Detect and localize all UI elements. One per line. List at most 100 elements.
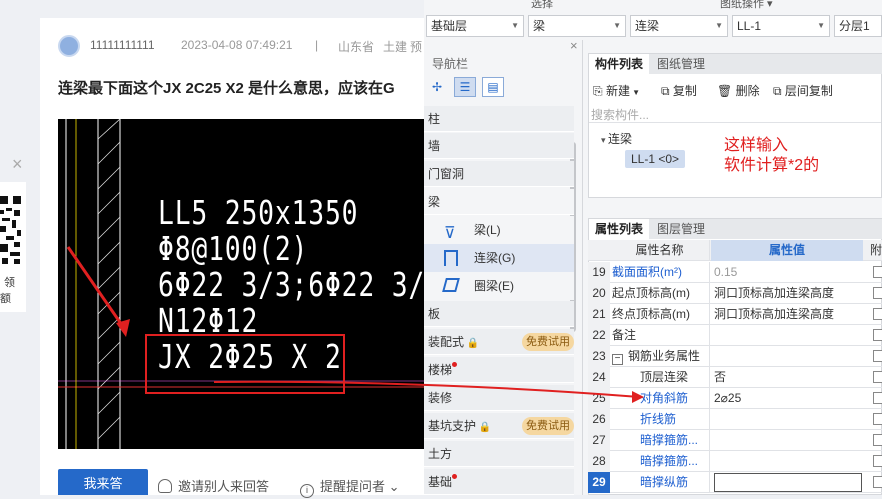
- row-number: 29: [588, 472, 610, 493]
- nav-item-stairs[interactable]: 楼梯: [424, 357, 574, 383]
- cad-line: 6Φ22 3/3;6Φ22 3/3: [158, 265, 424, 304]
- property-value[interactable]: [714, 430, 862, 451]
- close-icon[interactable]: ×: [12, 154, 23, 175]
- layer-select[interactable]: 分层1: [834, 15, 882, 37]
- author-name[interactable]: 11111111111: [90, 38, 155, 52]
- property-value[interactable]: 2⌀25: [714, 388, 862, 409]
- invite-link[interactable]: 邀请别人来回答: [158, 476, 269, 495]
- attach-checkbox[interactable]: [873, 434, 882, 446]
- detail-view-icon[interactable]: ▤: [482, 77, 504, 97]
- tool-label: 新建: [605, 84, 630, 98]
- property-name: 暗撑箍筋...: [612, 430, 710, 451]
- table-row[interactable]: 26 折线筋: [588, 409, 882, 430]
- nav-item-earthwork[interactable]: 土方: [424, 441, 574, 467]
- delete-button[interactable]: 🗑 删除: [717, 82, 760, 99]
- free-trial-badge[interactable]: 免费试用: [522, 417, 574, 435]
- row-number: 21: [588, 304, 610, 325]
- avatar[interactable]: [58, 35, 80, 57]
- property-name: − 钢筋业务属性: [612, 346, 710, 367]
- property-value[interactable]: [714, 325, 862, 346]
- table-row[interactable]: 24 顶层连梁 否: [588, 367, 882, 388]
- component-search-input[interactable]: 搜索构件...: [591, 106, 649, 123]
- nav-sub-coupling-beam[interactable]: 连梁(G): [424, 244, 574, 272]
- table-row[interactable]: 29 暗撑纵筋: [588, 472, 882, 493]
- nav-item-column[interactable]: 柱: [424, 106, 574, 132]
- table-row[interactable]: 20 起点顶标高(m) 洞口顶标高加连梁高度: [588, 283, 882, 304]
- attach-checkbox[interactable]: [873, 329, 882, 341]
- table-row[interactable]: 25 对角斜筋 2⌀25: [588, 388, 882, 409]
- nav-item-decoration[interactable]: 装修: [424, 385, 574, 411]
- tab-drawing-manager[interactable]: 图纸管理: [651, 54, 712, 74]
- answer-button[interactable]: 我来答: [58, 469, 148, 495]
- nav-item-pit-support[interactable]: 基坑支护 🔒 免费试用: [424, 413, 574, 439]
- cad-screenshot: LL5 250x1350 Φ8@100(2) 6Φ22 3/3;6Φ22 3/3…: [58, 119, 424, 449]
- select-value: 梁: [533, 19, 546, 33]
- new-button[interactable]: ⎘ 新建 ▼: [593, 82, 640, 99]
- property-value[interactable]: 否: [714, 367, 862, 388]
- tree-label: 连梁: [608, 132, 633, 146]
- nav-item-beam[interactable]: 梁: [424, 189, 574, 215]
- list-view-icon[interactable]: ☰: [454, 77, 476, 97]
- nav-item-foundation[interactable]: 基础: [424, 469, 574, 495]
- nav-item-prefab[interactable]: 装配式 🔒 免费试用: [424, 329, 574, 355]
- property-name-text: 对角斜筋: [640, 391, 689, 405]
- attach-checkbox[interactable]: [873, 476, 882, 488]
- property-value[interactable]: [714, 409, 862, 430]
- component-type-select[interactable]: 梁 ▼: [528, 15, 626, 37]
- floor-select[interactable]: 基础层 ▼: [426, 15, 524, 37]
- component-subtype-select[interactable]: 连梁 ▼: [630, 15, 728, 37]
- nav-item-opening[interactable]: 门窗洞: [424, 161, 574, 187]
- row-number: 20: [588, 283, 610, 304]
- select-value: 基础层: [431, 19, 468, 33]
- attach-checkbox[interactable]: [873, 392, 882, 404]
- property-value[interactable]: 洞口顶标高加连梁高度: [714, 283, 862, 304]
- close-icon[interactable]: ×: [570, 38, 578, 53]
- trash-icon: 🗑: [717, 84, 736, 98]
- nav-item-slab[interactable]: 板: [424, 301, 574, 327]
- nav-label: 楼梯: [428, 363, 453, 377]
- property-value[interactable]: [714, 473, 862, 492]
- collapse-icon[interactable]: −: [612, 354, 623, 365]
- table-row[interactable]: 27 暗撑箍筋...: [588, 430, 882, 451]
- attach-checkbox[interactable]: [873, 413, 882, 425]
- table-row[interactable]: 19 截面面积(m²) 0.15: [588, 262, 882, 283]
- attach-checkbox[interactable]: [873, 266, 882, 278]
- attach-checkbox[interactable]: [873, 455, 882, 467]
- table-row[interactable]: 22 备注: [588, 325, 882, 346]
- tree-node-coupling-beam[interactable]: ▾ 连梁: [601, 130, 632, 147]
- pin-icon[interactable]: ✢: [432, 80, 442, 94]
- property-value[interactable]: 洞口顶标高加连梁高度: [714, 304, 862, 325]
- tab-layer-manager[interactable]: 图层管理: [651, 219, 712, 239]
- attach-checkbox[interactable]: [873, 287, 882, 299]
- attach-checkbox[interactable]: [873, 350, 882, 362]
- attach-checkbox[interactable]: [873, 308, 882, 320]
- category-tag: 土建: [383, 40, 408, 54]
- lock-icon: 🔒: [464, 338, 480, 349]
- component-name-select[interactable]: LL-1 ▼: [732, 15, 830, 37]
- tree-item-ll1[interactable]: LL-1 <0>: [625, 150, 686, 168]
- table-row[interactable]: 28 暗撑箍筋...: [588, 451, 882, 472]
- table-header: 属性名称 属性值 附: [588, 240, 882, 261]
- nav-item-wall[interactable]: 墙: [424, 133, 574, 159]
- nav-sub-ring-beam[interactable]: 圈梁(E): [424, 272, 574, 300]
- property-value[interactable]: [714, 346, 862, 367]
- side-label: 额: [0, 293, 11, 305]
- attach-checkbox[interactable]: [873, 371, 882, 383]
- floor-copy-button[interactable]: ⧉ 层间复制: [773, 82, 833, 99]
- property-value[interactable]: 0.15: [714, 262, 862, 283]
- property-name: 对角斜筋: [612, 388, 710, 409]
- tab-property-list[interactable]: 属性列表: [589, 219, 650, 239]
- table-row[interactable]: 23− 钢筋业务属性: [588, 346, 882, 367]
- property-name-text: 钢筋业务属性: [628, 349, 701, 363]
- nav-label: 基础: [428, 475, 453, 489]
- post-datetime: 2023-04-08 07:49:21: [181, 38, 293, 52]
- header-property-value: 属性值: [711, 240, 863, 261]
- side-float-panel[interactable]: 领 额: [0, 182, 26, 312]
- copy-button[interactable]: ⧉ 复制: [661, 82, 697, 99]
- nav-sub-beam[interactable]: ⊽ 梁(L): [424, 216, 574, 244]
- table-row[interactable]: 21 终点顶标高(m) 洞口顶标高加连梁高度: [588, 304, 882, 325]
- property-value[interactable]: [714, 451, 862, 472]
- free-trial-badge[interactable]: 免费试用: [522, 333, 574, 351]
- new-dot-icon: [452, 474, 457, 479]
- tab-component-list[interactable]: 构件列表: [589, 54, 650, 74]
